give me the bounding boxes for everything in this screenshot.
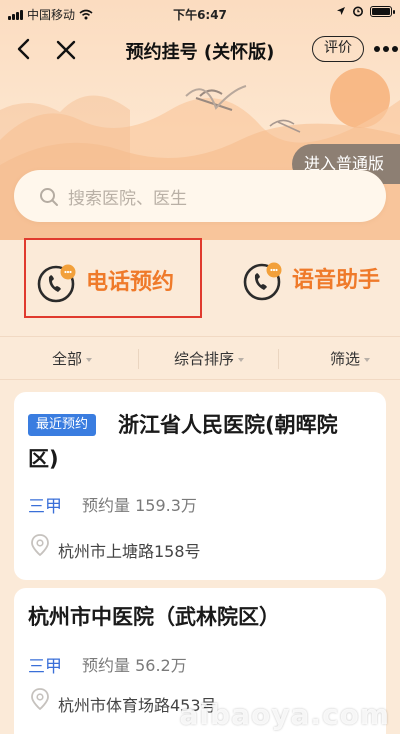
filter-bar: 全部 综合排序 筛选 xyxy=(0,336,400,380)
search-placeholder: 搜索医院、医生 xyxy=(68,189,187,209)
hospital-address: 杭州市上塘路158号 xyxy=(58,542,201,561)
divider xyxy=(138,349,139,369)
voice-assistant-button[interactable]: 语音助手 xyxy=(232,238,400,318)
voice-assistant-label: 语音助手 xyxy=(292,268,381,293)
battery-icon xyxy=(370,5,395,17)
filter-screen[interactable]: 筛选 xyxy=(330,348,371,369)
watermark: aibaoya.com xyxy=(179,698,390,731)
phone-booking-button[interactable]: 电话预约 xyxy=(24,238,202,318)
location-arrow-icon xyxy=(337,7,345,15)
hospital-level: 三甲 xyxy=(28,657,62,677)
booking-volume: 预约量 56.2万 xyxy=(82,656,187,675)
alarm-icon xyxy=(353,6,363,17)
search-bar[interactable]: 搜索医院、医生 xyxy=(14,170,386,222)
hospital-level: 三甲 xyxy=(28,497,62,517)
evaluate-button[interactable]: 评价 xyxy=(312,36,364,62)
filter-all-label: 全部 xyxy=(52,350,83,368)
filter-all[interactable]: 全部 xyxy=(52,348,93,369)
booking-volume: 预约量 159.3万 xyxy=(82,496,197,515)
caret-down-icon xyxy=(86,357,93,362)
hospital-name: 浙江省人民医院(朝晖院 区) xyxy=(28,408,338,476)
search-icon xyxy=(40,188,58,206)
phone-booking-label: 电话预约 xyxy=(86,270,175,295)
caret-down-icon xyxy=(238,357,245,362)
status-right xyxy=(336,5,395,17)
hospital-name-line2: 区) xyxy=(28,447,59,471)
filter-sort-label: 综合排序 xyxy=(174,350,235,368)
more-icon[interactable] xyxy=(374,46,398,52)
phone-chat-icon xyxy=(37,264,76,303)
hospital-name: 杭州市中医院（武林院区） xyxy=(28,605,280,629)
hospital-card[interactable]: 最近预约 浙江省人民医院(朝晖院 区) 三甲 预约量 159.3万 杭州市上塘路… xyxy=(14,392,386,580)
filter-screen-label: 筛选 xyxy=(330,350,361,368)
phone-chat-icon xyxy=(243,262,282,301)
status-bar: 中国移动 下午6:47 xyxy=(0,0,400,26)
location-pin-icon xyxy=(31,688,49,710)
location-pin-icon xyxy=(31,534,49,556)
nav-bar: 预约挂号 (关怀版) 评价 xyxy=(0,28,400,72)
hospital-name-line1: 浙江省人民医院(朝晖院 xyxy=(118,413,338,437)
filter-sort[interactable]: 综合排序 xyxy=(174,348,245,369)
caret-down-icon xyxy=(364,357,371,362)
divider xyxy=(278,349,279,369)
